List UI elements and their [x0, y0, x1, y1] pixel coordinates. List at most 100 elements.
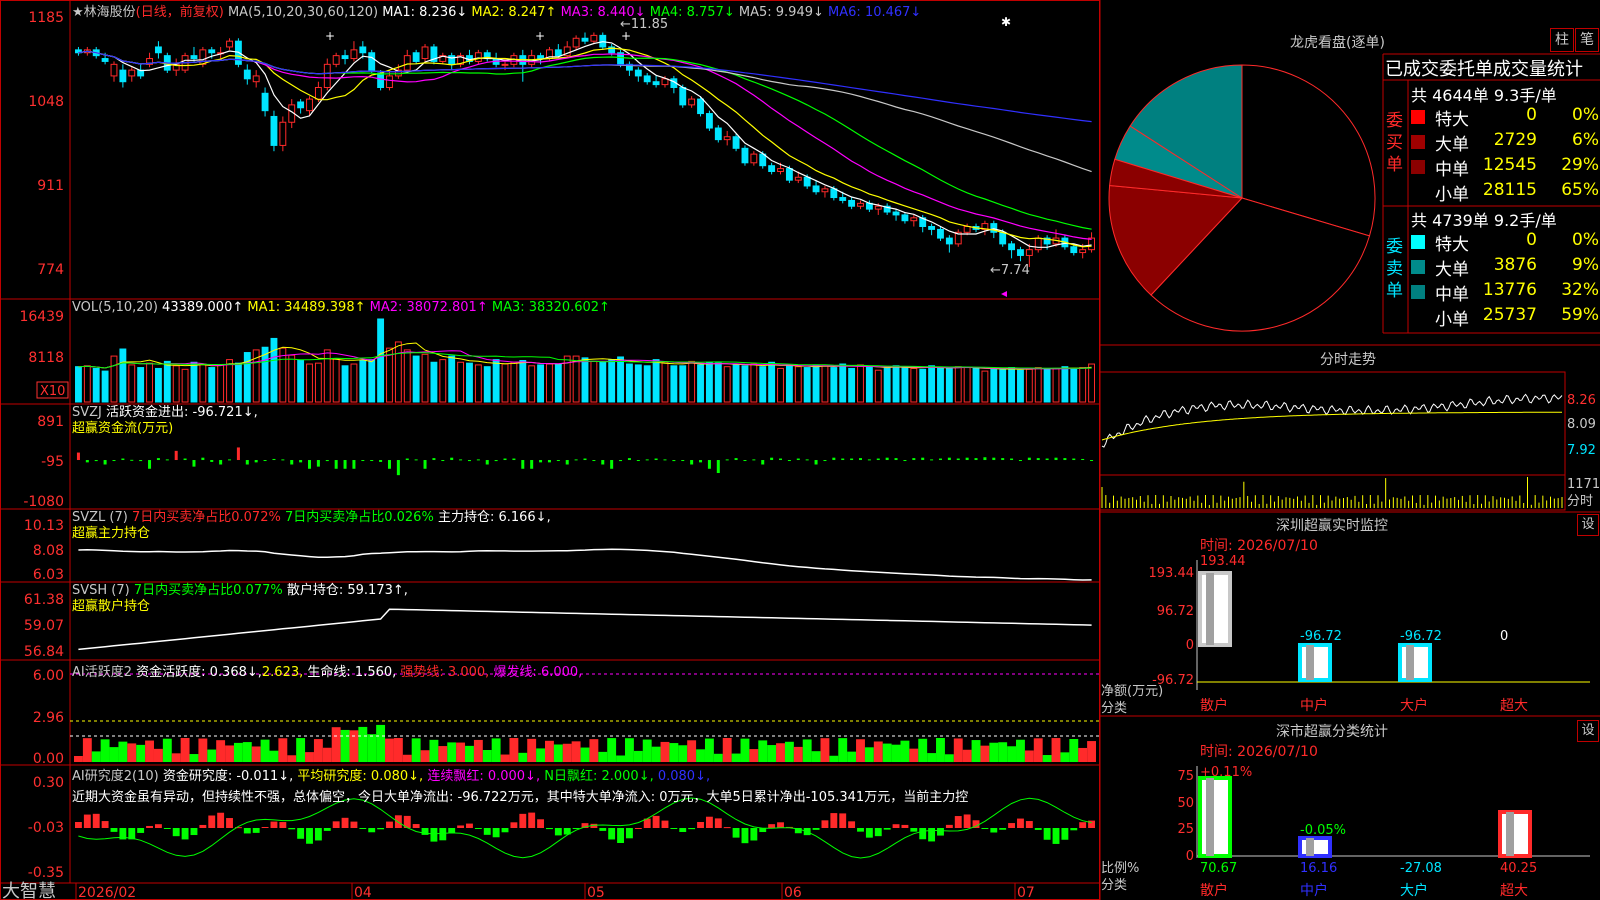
ai1-t1: 资金活跃度: 0.368↓,	[136, 665, 262, 680]
svzj-bar	[387, 460, 391, 469]
sc-bar-shade	[1206, 778, 1214, 856]
svzj-bar	[965, 457, 969, 461]
candle-body	[634, 69, 642, 77]
ai2-t1: 资金研究度: -0.011↓,	[162, 769, 294, 784]
candle-body	[785, 168, 793, 181]
sell-row-xiaodan: 小单 25737 59%	[1411, 305, 1599, 330]
volume-bar	[1079, 367, 1087, 403]
ai1-bar	[1078, 747, 1088, 762]
svzj-bar	[930, 459, 934, 461]
volume-bar	[794, 366, 802, 403]
sc-change-label: +0.11%	[1200, 765, 1252, 780]
buy-pct-tedai: 0%	[1572, 105, 1599, 125]
buy-row-xiaodan: 小单 28115 65%	[1411, 180, 1599, 205]
svzj-bar	[992, 457, 996, 461]
volume-bar	[990, 368, 998, 403]
svzj-bar	[1027, 457, 1031, 461]
ai2-bar	[652, 815, 660, 828]
ai2-bar	[892, 824, 900, 828]
ai1-bar	[989, 742, 999, 762]
ai2-bar	[199, 824, 207, 828]
candle-body	[359, 46, 367, 54]
svzj-bar	[343, 460, 347, 469]
sz-ytick: 0	[1186, 638, 1194, 653]
ai2-ytick-1: -0.03	[28, 820, 64, 836]
vol-ma2: MA2: 38072.801↑	[369, 300, 488, 315]
svsh-t1: 7日内买卖净占比0.077%	[133, 583, 283, 598]
ai2-bar	[83, 814, 91, 828]
svzj-bar	[627, 458, 631, 461]
ai1-bar	[713, 753, 723, 762]
candle-body	[332, 55, 340, 65]
ai1-bar	[820, 738, 830, 762]
volume-bar	[421, 353, 429, 403]
svzj-bar	[699, 460, 703, 463]
ai1-bar	[918, 738, 928, 762]
vol-unit: X10	[40, 384, 65, 399]
candle-body	[412, 52, 420, 62]
volume-bar	[226, 359, 233, 403]
svzj-bar	[156, 458, 160, 461]
svzj-label: SVZJ	[72, 405, 102, 420]
ai2-bar	[768, 824, 776, 828]
sell-row-dadan: 大单 3876 9%	[1411, 255, 1599, 280]
volume-bar	[190, 361, 198, 403]
candle-body	[261, 92, 269, 112]
candle-body	[830, 188, 838, 199]
svzj-bar	[565, 460, 569, 465]
ma-label: MA(5,10,20,30,60,120)	[227, 5, 379, 20]
svzj-bar	[485, 460, 489, 465]
ai2-bar	[599, 828, 607, 831]
volume-bar	[270, 337, 278, 403]
buy-swatch-zhongdan	[1411, 160, 1425, 174]
ai1-bar	[509, 738, 519, 762]
candle-body	[1017, 249, 1024, 256]
ai1-bar	[1069, 738, 1079, 762]
ai1-bar	[580, 747, 590, 762]
volume-bar	[910, 367, 918, 403]
candle-body	[306, 98, 313, 112]
ai1-bar	[109, 747, 119, 762]
svzl-t3: 主力持仓: 6.166↓,	[437, 510, 551, 525]
ai1-bar	[784, 741, 794, 762]
volume-bar	[510, 361, 518, 403]
ai1-ytick-0: 6.00	[33, 668, 64, 684]
buy-pct-dadan: 6%	[1572, 130, 1599, 150]
volume-bar	[901, 366, 909, 403]
svzj-bar	[823, 460, 827, 462]
chart-canvas: 1185 1048 911 774 16439 8118 X10 891 -95…	[0, 0, 1600, 900]
svzj-bar	[396, 460, 400, 476]
bar-mode-button[interactable]: 柱	[1550, 28, 1574, 52]
ai1-yticks: 6.00 2.96 0.00	[33, 668, 64, 767]
ai2-bar	[670, 828, 678, 829]
ai1-bar	[704, 738, 714, 762]
ai2-bar	[208, 815, 216, 828]
sell-swatch-tedai	[1411, 235, 1425, 249]
svzj-bar	[441, 460, 445, 462]
ai2-bar	[350, 821, 358, 828]
ai1-bar	[740, 738, 750, 762]
ai1-bar	[447, 742, 457, 762]
svzj-bar	[832, 457, 836, 461]
sz-settings-button[interactable]: 设	[1577, 514, 1599, 536]
sc-time: 时间: 2026/07/10	[1200, 744, 1318, 760]
tick-mode-button[interactable]: 笔	[1575, 28, 1599, 52]
svzj-bar	[1010, 458, 1014, 461]
ai2-bar	[306, 828, 313, 844]
svzj-bar	[308, 460, 312, 469]
volume-bar	[785, 365, 793, 403]
candle-body	[572, 37, 580, 48]
svzj-bar	[547, 460, 551, 463]
volume-bar	[466, 362, 473, 403]
candle-body	[901, 214, 909, 222]
ai1-bar	[74, 756, 83, 762]
svzj-bar	[1072, 458, 1076, 461]
ma2-value: MA2: 8.247↑	[471, 5, 557, 20]
ai2-bar	[554, 828, 562, 836]
volume-bar	[430, 361, 438, 403]
ai1-bar	[82, 738, 92, 762]
sc-settings-button[interactable]: 设	[1577, 720, 1599, 742]
svzj-bar	[530, 460, 534, 469]
volume-bar	[474, 364, 482, 403]
ai2-bar	[874, 828, 882, 837]
